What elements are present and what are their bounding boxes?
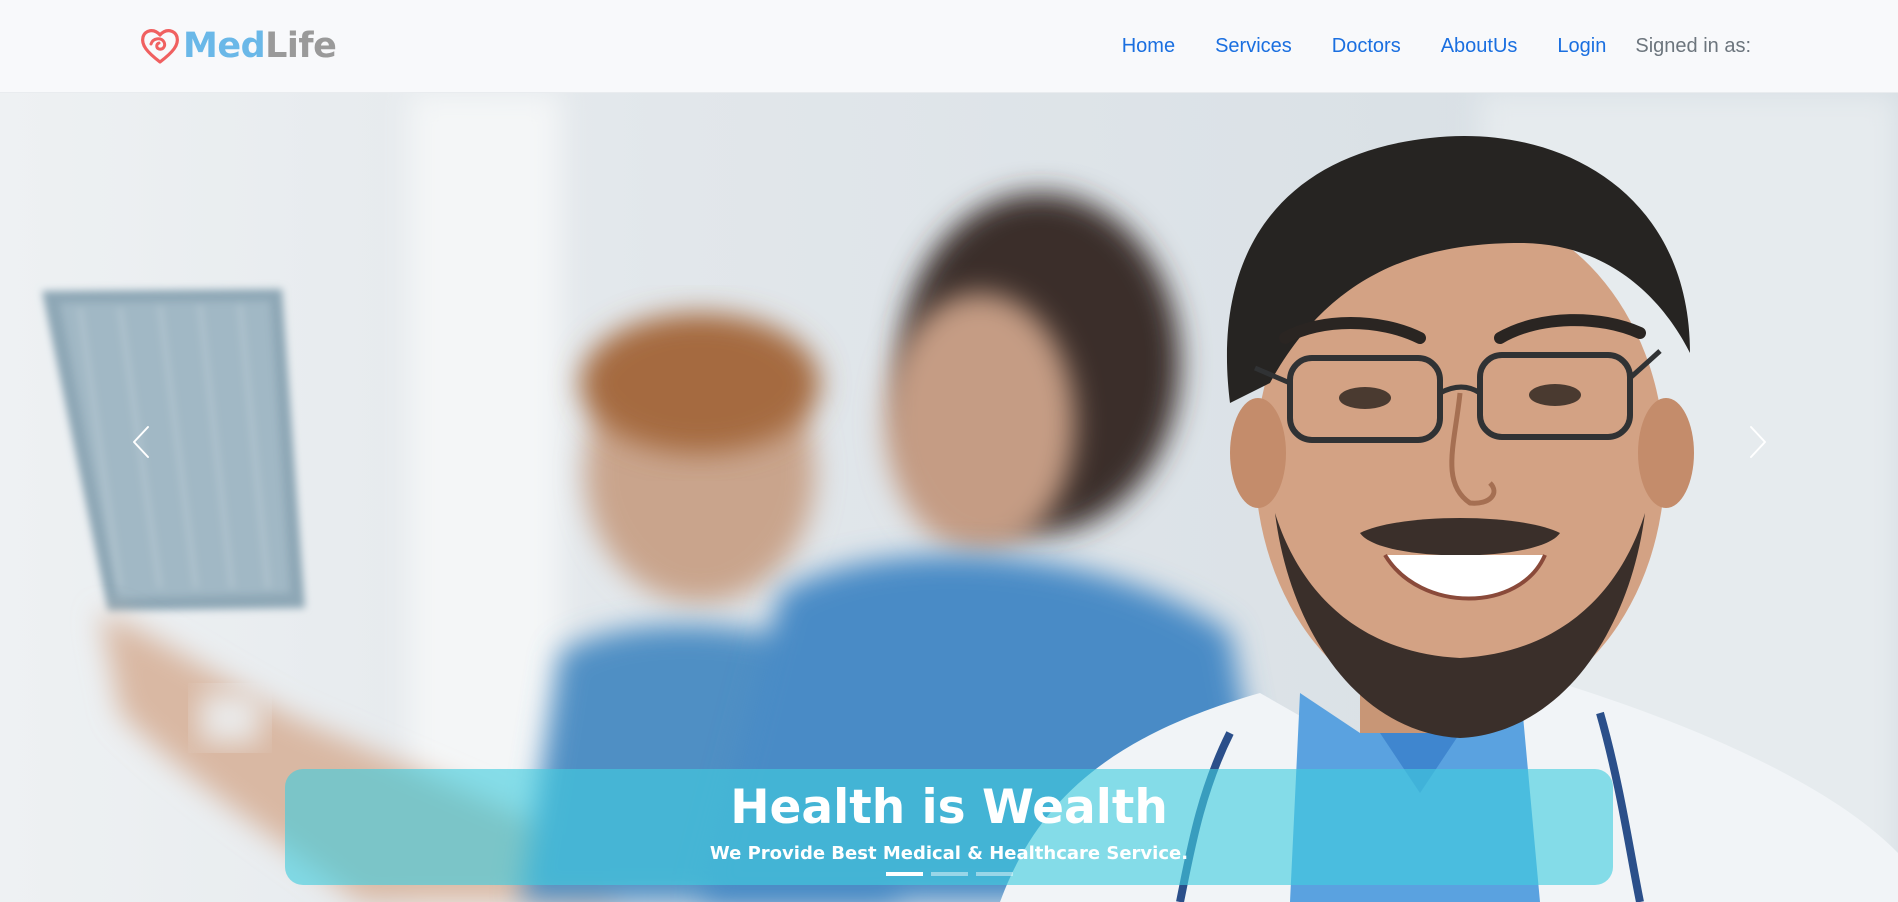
chevron-left-icon [133, 426, 149, 458]
heart-pulse-icon [141, 29, 179, 64]
chevron-right-icon [1750, 426, 1766, 458]
hero-carousel: Health is Wealth We Provide Best Medical… [0, 93, 1898, 902]
carousel-caption-subtitle: We Provide Best Medical & Healthcare Ser… [709, 843, 1189, 864]
carousel-indicator-2[interactable] [931, 872, 968, 876]
carousel-caption-title: Health is Wealth [730, 780, 1168, 835]
navbar: MedLife Home Services Doctors AboutUs Lo… [0, 0, 1898, 93]
carousel-prev-button[interactable] [121, 417, 161, 467]
nav-link-services[interactable]: Services [1215, 35, 1292, 58]
brand-name: MedLife [183, 25, 337, 66]
nav-link-aboutus[interactable]: AboutUs [1441, 35, 1518, 58]
carousel-next-button[interactable] [1738, 417, 1778, 467]
nav-link-doctors[interactable]: Doctors [1332, 35, 1401, 58]
carousel-indicator-3[interactable] [976, 872, 1013, 876]
brand-logo-link[interactable]: MedLife [139, 25, 337, 66]
nav-link-login[interactable]: Login [1557, 35, 1606, 58]
carousel-caption: Health is Wealth We Provide Best Medical… [285, 769, 1613, 885]
nav-link-home[interactable]: Home [1122, 35, 1175, 58]
signed-in-text: Signed in as: [1635, 35, 1751, 57]
brand-name-part1: Med [183, 25, 266, 66]
main-nav: Home Services Doctors AboutUs Login Sign… [1122, 0, 1751, 93]
brand-name-part2: Life [265, 25, 337, 66]
carousel-indicator-1[interactable] [886, 872, 923, 876]
carousel-indicators [886, 872, 1013, 876]
